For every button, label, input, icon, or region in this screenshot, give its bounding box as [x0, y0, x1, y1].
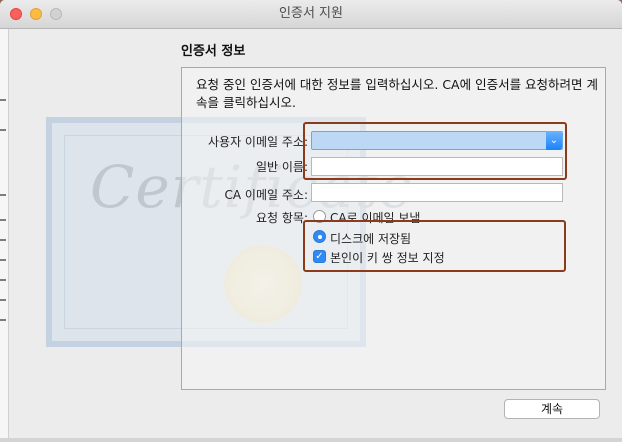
- background-window-edge: [0, 29, 9, 442]
- section-title: 인증서 정보: [181, 44, 246, 59]
- ca-email-label: CA 이메일 주소:: [224, 188, 308, 202]
- instructions-text: 요청 중인 인증서에 대한 정보를 입력하십시오. CA에 인증서를 요청하려면…: [196, 77, 599, 110]
- background-text-fragment: [0, 99, 6, 101]
- continue-button[interactable]: 계속: [504, 399, 600, 419]
- window-bottom-edge: [0, 438, 622, 442]
- certificate-assistant-window: 인증서 지원 Certificate 인증서 정보 요청 중인 인증서에 대한 …: [0, 0, 622, 442]
- background-text-fragment: [0, 319, 6, 321]
- request-label: 요청 항목:: [255, 211, 308, 225]
- background-text-fragment: [0, 129, 6, 131]
- annotation-box-fields: [303, 122, 567, 180]
- background-text-fragment: [0, 299, 6, 301]
- background-text-fragment: [0, 194, 6, 196]
- title-bar: 인증서 지원: [0, 0, 622, 29]
- background-text-fragment: [0, 279, 6, 281]
- window-title: 인증서 지원: [279, 6, 343, 21]
- background-text-fragment: [0, 239, 6, 241]
- background-text-fragment: [0, 259, 6, 261]
- ca-email-field[interactable]: [311, 183, 563, 202]
- common-name-label: 일반 이름:: [255, 160, 308, 174]
- background-text-fragment: [0, 219, 6, 221]
- annotation-box-options: [303, 220, 566, 272]
- email-label: 사용자 이메일 주소:: [208, 135, 308, 149]
